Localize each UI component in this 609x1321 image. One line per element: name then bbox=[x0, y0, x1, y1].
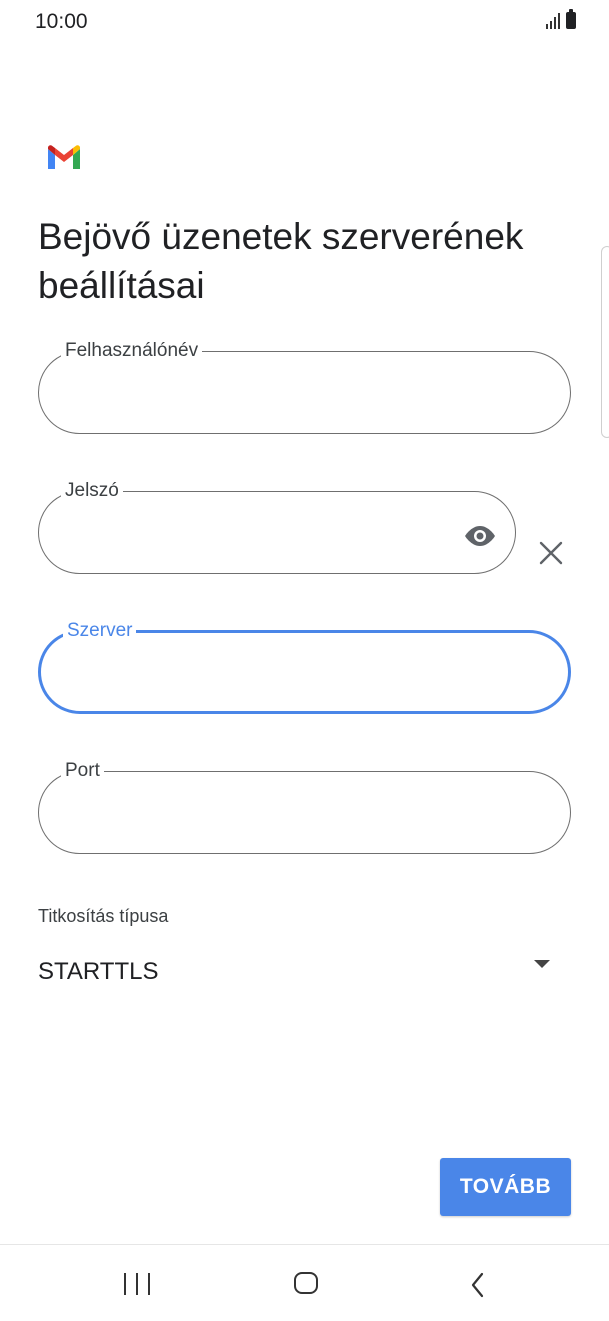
battery-icon bbox=[566, 9, 576, 29]
status-icons bbox=[546, 9, 576, 29]
port-label: Port bbox=[65, 760, 100, 781]
eye-icon[interactable] bbox=[462, 524, 498, 548]
password-field[interactable]: Jelszó bbox=[38, 480, 516, 574]
back-icon[interactable] bbox=[468, 1271, 488, 1299]
encryption-select[interactable]: STARTTLS bbox=[38, 950, 558, 994]
username-input[interactable] bbox=[64, 376, 545, 418]
gmail-logo-icon bbox=[48, 145, 80, 169]
port-input[interactable] bbox=[64, 796, 545, 838]
password-label: Jelszó bbox=[65, 480, 119, 501]
username-label: Felhasználónév bbox=[65, 340, 199, 361]
encryption-label: Titkosítás típusa bbox=[38, 906, 169, 926]
username-field[interactable]: Felhasználónév bbox=[38, 340, 571, 434]
server-label: Szerver bbox=[67, 620, 133, 641]
page-title: Bejövő üzenetek szerverének beállításai bbox=[38, 216, 524, 306]
recents-icon[interactable] bbox=[124, 1273, 150, 1297]
password-input[interactable] bbox=[64, 516, 490, 558]
close-icon[interactable] bbox=[538, 540, 564, 566]
server-input[interactable] bbox=[64, 656, 545, 698]
status-bar: 10:00 bbox=[0, 0, 609, 46]
navigation-bar bbox=[0, 1244, 609, 1321]
next-button[interactable]: TOVÁBB bbox=[440, 1158, 571, 1216]
dropdown-arrow-icon bbox=[534, 960, 550, 968]
status-time: 10:00 bbox=[35, 10, 88, 33]
encryption-value: STARTTLS bbox=[38, 958, 159, 985]
server-field[interactable]: Szerver bbox=[38, 620, 571, 714]
port-field[interactable]: Port bbox=[38, 760, 571, 854]
scrollbar[interactable] bbox=[601, 246, 609, 438]
signal-icon bbox=[546, 13, 560, 29]
home-icon[interactable] bbox=[294, 1272, 318, 1294]
